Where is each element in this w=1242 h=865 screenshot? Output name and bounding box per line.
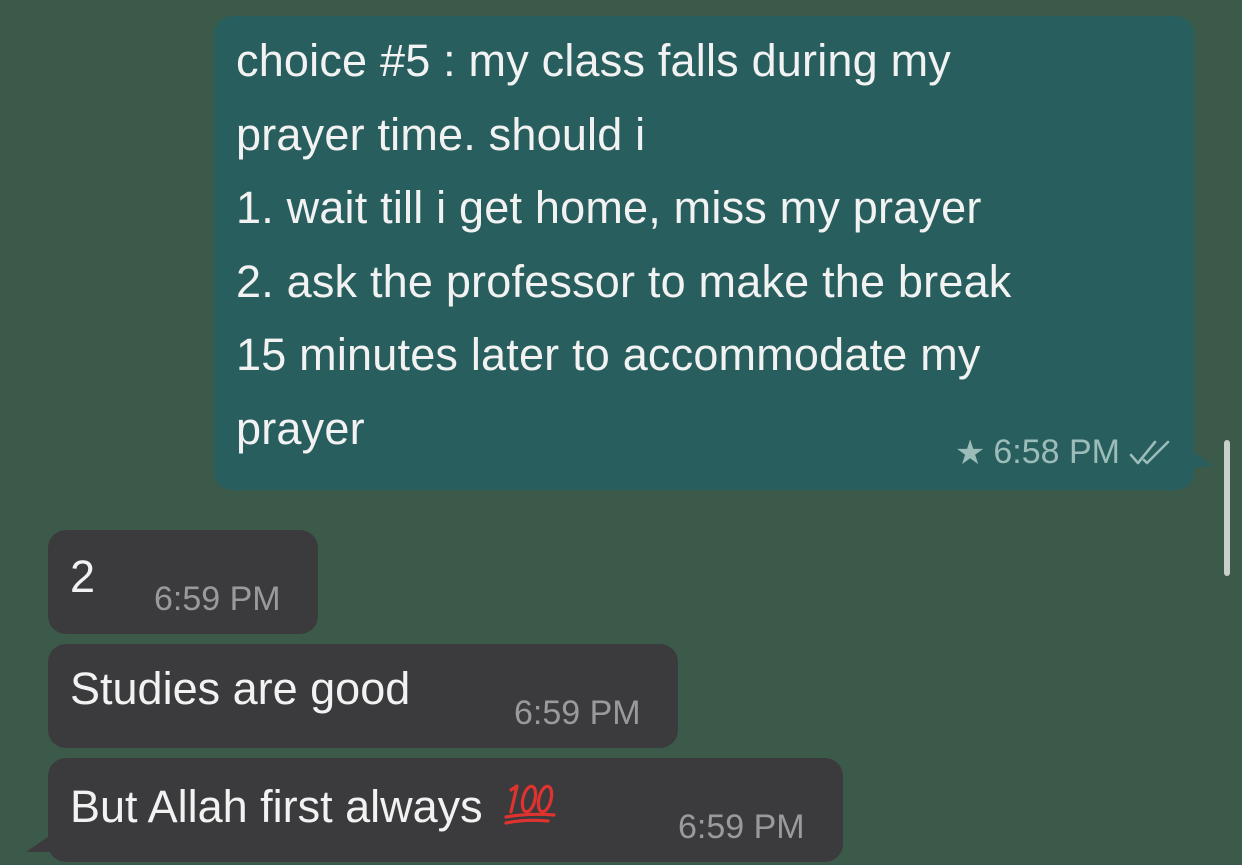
message-line: prayer time. should i <box>236 108 646 160</box>
message-line: 1. wait till i get home, miss my prayer <box>236 182 982 233</box>
outgoing-message-bubble[interactable]: choice #5 : my class falls during my pra… <box>214 16 1214 490</box>
message-line: choice #5 : my class falls during my <box>236 35 951 86</box>
chat-area[interactable]: choice #5 : my class falls during my pra… <box>0 0 1242 865</box>
incoming-message-bubble[interactable]: 2 6:59 PM <box>48 530 318 634</box>
message-line: 15 minutes later to accommodate my <box>236 329 981 380</box>
incoming-message-bubble[interactable]: But Allah first always 6:59 PM <box>26 758 843 862</box>
message-text: Studies are good <box>70 663 411 714</box>
hundred-points-emoji-icon <box>503 780 557 826</box>
message-line: 2. ask the professor to make the break <box>236 255 1012 307</box>
message-text: 2 <box>70 551 96 602</box>
message-timestamp: 6:59 PM <box>678 808 805 846</box>
message-text-content: But Allah first always <box>70 781 483 832</box>
message-timestamp: 6:59 PM <box>514 694 641 732</box>
star-icon: ★ <box>954 433 986 472</box>
message-timestamp: 6:58 PM <box>993 433 1120 471</box>
message-text: choice #5 : my class falls during my pra… <box>236 24 1172 465</box>
scrollbar[interactable] <box>1224 440 1230 576</box>
message-meta: ★ 6:58 PM <box>955 433 1174 472</box>
bubble-tail <box>26 834 52 852</box>
double-check-icon <box>1129 440 1170 464</box>
message-text: But Allah first always <box>70 780 557 829</box>
message-timestamp: 6:59 PM <box>154 580 281 618</box>
bubble-tail <box>1190 450 1214 468</box>
incoming-message-bubble[interactable]: Studies are good 6:59 PM <box>48 644 678 748</box>
